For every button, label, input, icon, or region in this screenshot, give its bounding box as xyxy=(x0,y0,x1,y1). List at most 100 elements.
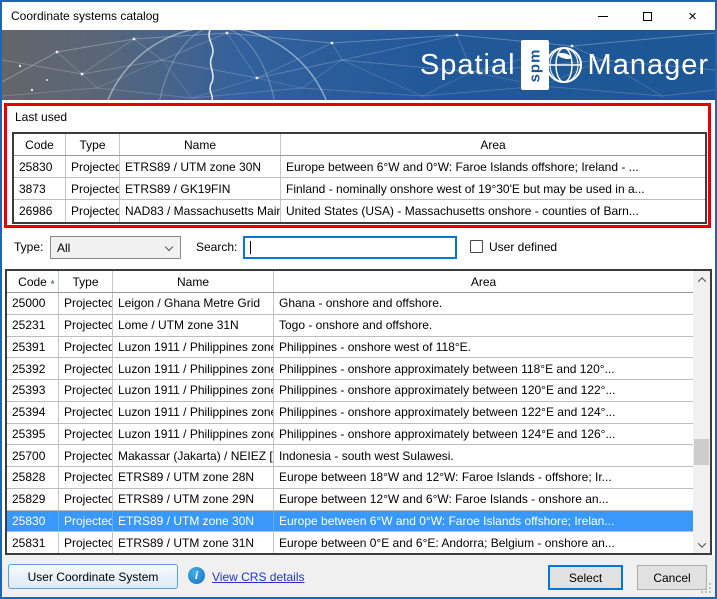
table-row[interactable]: 25231ProjectedLome / UTM zone 31NTogo - … xyxy=(7,315,693,337)
cell-area: Europe between 12°W and 6°W: Faroe Islan… xyxy=(274,489,693,510)
type-label: Type: xyxy=(14,240,43,254)
last-used-group: Last used Code Type Name Area 25830Proje… xyxy=(4,103,711,228)
cell-name: ETRS89 / GK19FIN xyxy=(120,178,281,199)
cell-type: Projected xyxy=(59,315,113,336)
column-header-type[interactable]: Type xyxy=(59,271,113,292)
table-row[interactable]: 25831ProjectedETRS89 / UTM zone 31NEurop… xyxy=(7,532,693,553)
cell-type: Projected xyxy=(66,178,120,199)
cell-area: Indonesia - south west Sulawesi. xyxy=(274,445,693,466)
type-dropdown[interactable]: All xyxy=(50,236,181,259)
scrollbar-thumb[interactable] xyxy=(694,439,709,465)
table-row[interactable]: 25395ProjectedLuzon 1911 / Philippines z… xyxy=(7,424,693,446)
cell-name: ETRS89 / UTM zone 31N xyxy=(113,532,274,553)
table-row[interactable]: 25000ProjectedLeigon / Ghana Metre GridG… xyxy=(7,293,693,315)
cell-type: Projected xyxy=(59,402,113,423)
user-defined-checkbox[interactable] xyxy=(470,240,483,253)
cell-code: 25395 xyxy=(7,424,59,445)
type-dropdown-value: All xyxy=(57,241,70,255)
spm-logo: spm xyxy=(521,37,585,93)
cell-type: Projected xyxy=(66,156,120,177)
cell-code: 25231 xyxy=(7,315,59,336)
view-crs-details-link[interactable]: View CRS details xyxy=(212,570,304,584)
cell-area: Europe between 0°E and 6°E: Andorra; Bel… xyxy=(274,532,693,553)
scroll-down-button[interactable] xyxy=(693,536,710,553)
cell-code: 25000 xyxy=(7,293,59,314)
column-header-type[interactable]: Type xyxy=(66,134,120,155)
minimize-button[interactable] xyxy=(580,2,625,30)
column-header-area[interactable]: Area xyxy=(281,134,705,155)
select-button[interactable]: Select xyxy=(548,565,623,590)
cell-name: Luzon 1911 / Philippines zone II xyxy=(113,358,274,379)
scroll-up-button[interactable] xyxy=(693,271,710,288)
table-row[interactable]: 26986ProjectedNAD83 / Massachusetts Main… xyxy=(14,200,705,222)
table-row[interactable]: 25828ProjectedETRS89 / UTM zone 28NEurop… xyxy=(7,467,693,489)
cell-area: Ghana - onshore and offshore. xyxy=(274,293,693,314)
chevron-down-icon xyxy=(697,539,705,547)
cell-type: Projected xyxy=(59,532,113,553)
table-row[interactable]: 3873ProjectedETRS89 / GK19FINFinland - n… xyxy=(14,178,705,200)
cell-code: 25394 xyxy=(7,402,59,423)
column-header-area[interactable]: Area xyxy=(274,271,693,292)
search-label: Search: xyxy=(196,240,237,254)
search-input-wrap xyxy=(243,236,457,259)
cell-code: 26986 xyxy=(14,200,66,222)
cell-code: 25831 xyxy=(7,532,59,553)
table-row[interactable]: 25829ProjectedETRS89 / UTM zone 29NEurop… xyxy=(7,489,693,511)
cell-area: Finland - nominally onshore west of 19°3… xyxy=(281,178,705,199)
table-row[interactable]: 25394ProjectedLuzon 1911 / Philippines z… xyxy=(7,402,693,424)
maximize-icon xyxy=(643,12,652,21)
close-button[interactable]: × xyxy=(670,2,715,30)
maximize-button[interactable] xyxy=(625,2,670,30)
table-row[interactable]: 25391ProjectedLuzon 1911 / Philippines z… xyxy=(7,337,693,359)
vertical-scrollbar[interactable] xyxy=(693,271,710,553)
cell-area: Philippines - onshore approximately betw… xyxy=(274,358,693,379)
spm-logo-box: spm xyxy=(521,40,549,90)
catalog-header-row: Code ▲ Type Name Area xyxy=(7,271,693,293)
column-header-code[interactable]: Code xyxy=(14,134,66,155)
resize-grip[interactable] xyxy=(709,591,711,593)
last-used-header-row: Code Type Name Area xyxy=(14,134,705,156)
table-row[interactable]: 25393ProjectedLuzon 1911 / Philippines z… xyxy=(7,380,693,402)
column-header-name[interactable]: Name xyxy=(113,271,274,292)
cell-name: Luzon 1911 / Philippines zone I xyxy=(113,337,274,358)
column-header-name[interactable]: Name xyxy=(120,134,281,155)
cell-type: Projected xyxy=(59,358,113,379)
cell-name: Luzon 1911 / Philippines zone V xyxy=(113,424,274,445)
column-header-code[interactable]: Code ▲ xyxy=(7,271,59,292)
table-row[interactable]: 25830ProjectedETRS89 / UTM zone 30NEurop… xyxy=(14,156,705,178)
cell-area: Philippines - onshore approximately betw… xyxy=(274,402,693,423)
info-icon: i xyxy=(188,567,205,584)
cell-code: 3873 xyxy=(14,178,66,199)
cancel-button[interactable]: Cancel xyxy=(637,565,707,590)
last-used-table: Code Type Name Area 25830ProjectedETRS89… xyxy=(12,132,707,224)
cell-code: 25828 xyxy=(7,467,59,488)
table-row[interactable]: 25392ProjectedLuzon 1911 / Philippines z… xyxy=(7,358,693,380)
cell-name: Luzon 1911 / Philippines zone IV xyxy=(113,402,274,423)
titlebar: Coordinate systems catalog × xyxy=(2,2,715,30)
cell-type: Projected xyxy=(66,200,120,222)
cell-code: 25700 xyxy=(7,445,59,466)
column-header-code-label: Code xyxy=(18,275,47,289)
chevron-down-icon xyxy=(165,243,173,251)
minimize-icon xyxy=(598,16,608,17)
brand-word-spatial: Spatial xyxy=(420,49,516,82)
coordinate-systems-catalog-dialog: Coordinate systems catalog × xyxy=(0,0,717,599)
table-row[interactable]: 25830ProjectedETRS89 / UTM zone 30NEurop… xyxy=(7,511,693,533)
cell-type: Projected xyxy=(59,445,113,466)
search-input[interactable] xyxy=(245,238,455,257)
cell-code: 25392 xyxy=(7,358,59,379)
catalog-table-main: Code ▲ Type Name Area 25000ProjectedLeig… xyxy=(7,271,693,553)
user-coordinate-system-button[interactable]: User Coordinate System xyxy=(8,564,178,589)
cell-code: 25391 xyxy=(7,337,59,358)
cell-name: ETRS89 / UTM zone 28N xyxy=(113,467,274,488)
spm-logo-text: spm xyxy=(526,48,543,82)
sort-ascending-icon: ▲ xyxy=(49,278,56,285)
cell-name: Leigon / Ghana Metre Grid xyxy=(113,293,274,314)
cell-code: 25393 xyxy=(7,380,59,401)
table-row[interactable]: 25700ProjectedMakassar (Jakarta) / NEIEZ… xyxy=(7,445,693,467)
cell-type: Projected xyxy=(59,489,113,510)
cell-code: 25830 xyxy=(14,156,66,177)
last-used-label: Last used xyxy=(15,110,67,124)
chevron-up-icon xyxy=(697,277,705,285)
cell-type: Projected xyxy=(59,511,113,532)
